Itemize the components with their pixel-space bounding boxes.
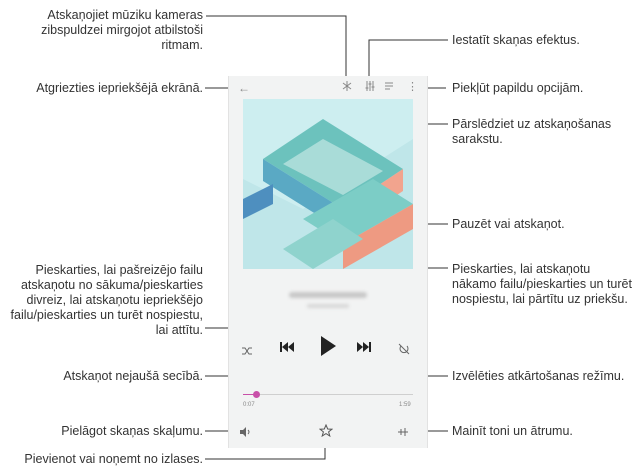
progress-thumb[interactable] (253, 391, 261, 398)
back-arrow-icon[interactable]: ← (238, 81, 250, 95)
volume-icon[interactable] (239, 425, 251, 443)
song-title (289, 292, 367, 298)
callout-tone-speed: Mainīt toni un ātrumu. (452, 424, 573, 438)
skip-next-icon[interactable] (356, 340, 372, 359)
shuffle-icon[interactable] (241, 343, 253, 361)
star-icon[interactable] (318, 423, 334, 442)
progress-track[interactable] (243, 394, 413, 395)
album-art (243, 99, 413, 269)
callout-back: Atgriezties iepriekšējā ekrānā. (36, 81, 203, 95)
callout-playlist: Pārslēdziet uz atskaņošanas sarakstu. (452, 117, 612, 146)
callout-shuffle: Atskaņot nejaušā secībā. (63, 369, 203, 383)
callout-next: Pieskarties, lai atskaņotu nākamo failu/… (452, 262, 632, 306)
song-artist (307, 304, 349, 308)
equalizer-icon[interactable] (365, 80, 375, 95)
play-icon[interactable] (319, 335, 337, 362)
skip-previous-icon[interactable] (279, 340, 295, 359)
callout-more-options: Piekļūt papildu opcijām. (452, 81, 584, 95)
total-time: 1:59 (399, 402, 411, 408)
repeat-icon[interactable] (398, 342, 410, 360)
callout-favourite: Pievienot vai noņemt no izlases. (24, 452, 203, 466)
callout-previous: Pieskarties, lai pašreizējo failu atskaņ… (10, 263, 203, 337)
callout-volume: Pielāgot skaņas skaļumu. (61, 424, 203, 438)
elapsed-time: 0:07 (243, 402, 255, 408)
callout-sound-effects: Iestatīt skaņas efektus. (452, 33, 580, 47)
tone-speed-icon[interactable] (397, 425, 409, 443)
more-vertical-icon[interactable]: ⋮ (407, 80, 418, 93)
callout-flash: Atskaņojiet mūziku kameras zibspuldzei m… (41, 8, 203, 52)
callout-pause-play: Pauzēt vai atskaņot. (452, 217, 565, 231)
playlist-icon[interactable] (384, 80, 395, 95)
callout-repeat: Izvēlēties atkārtošanas režīmu. (452, 369, 625, 383)
flash-icon[interactable] (342, 80, 352, 95)
music-player-screen: ← ⋮ 0:07 1:59 (228, 76, 428, 448)
